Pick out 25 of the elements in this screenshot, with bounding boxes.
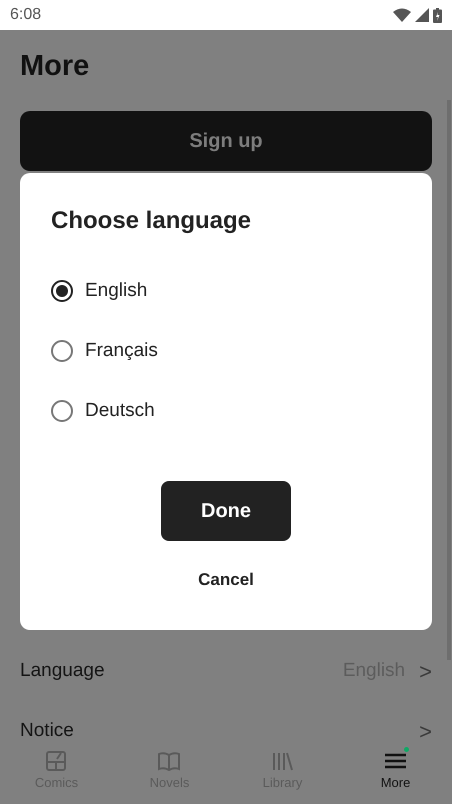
books-icon bbox=[271, 750, 294, 773]
status-time: 6:08 bbox=[10, 5, 42, 25]
option-label: English bbox=[85, 278, 148, 303]
signup-button[interactable]: Sign up bbox=[20, 111, 432, 171]
language-option[interactable]: Deutsch bbox=[51, 381, 155, 441]
chevron-icon: > bbox=[419, 714, 432, 748]
chevron-icon: > bbox=[419, 654, 432, 688]
book-icon bbox=[158, 750, 181, 773]
radio-button[interactable] bbox=[51, 280, 73, 302]
setting-label: Notice bbox=[20, 718, 75, 743]
battery-icon bbox=[433, 8, 442, 22]
page-title: More bbox=[20, 49, 90, 84]
comic-panel-icon bbox=[45, 750, 68, 773]
language-option[interactable]: English bbox=[51, 261, 148, 321]
signal-icon bbox=[415, 8, 429, 22]
setting-label: Language bbox=[20, 658, 106, 683]
language-option[interactable]: Français bbox=[51, 321, 158, 381]
option-label: Français bbox=[85, 338, 158, 363]
cancel-button[interactable]: Cancel bbox=[188, 561, 264, 598]
done-button[interactable]: Done bbox=[161, 481, 291, 541]
radio-button[interactable] bbox=[51, 340, 73, 362]
wifi-icon bbox=[393, 8, 411, 22]
dialog-title: Choose language bbox=[51, 206, 252, 236]
radio-button[interactable] bbox=[51, 400, 73, 422]
option-label: Deutsch bbox=[85, 398, 155, 423]
